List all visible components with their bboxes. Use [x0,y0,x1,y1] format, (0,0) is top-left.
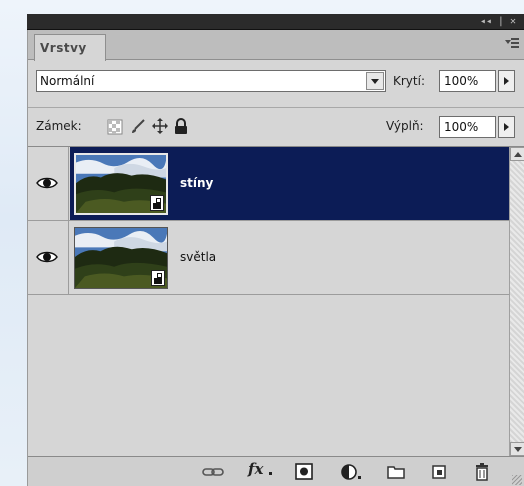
fill-value: 100% [444,120,479,134]
layer-row-stiny[interactable]: stíny [28,147,509,221]
visibility-toggle[interactable] [28,221,69,294]
layers-panel: Vrstvy Normální Krytí: 100% Zámek: Výplň… [27,30,524,486]
eye-icon [36,177,58,189]
divider [28,107,524,108]
chevron-down-icon[interactable] [366,72,384,90]
layers-scrollbar[interactable] [509,147,524,456]
new-layer-icon[interactable] [430,463,448,481]
panel-menu-icon[interactable] [505,37,519,49]
fill-input[interactable]: 100% [439,116,496,138]
layer-name: stíny [180,176,214,190]
visibility-toggle[interactable] [28,147,69,220]
fill-label: Výplň: [386,119,424,133]
layer-style-fx-icon[interactable]: fx [248,460,263,478]
blend-mode-select[interactable]: Normální [36,70,386,92]
lock-transparent-icon[interactable] [107,119,123,135]
add-mask-icon[interactable] [294,463,314,481]
layer-thumbnail [74,153,168,215]
blend-mode-value: Normální [40,74,95,88]
layer-row-svetla[interactable]: světla [28,221,509,295]
adjustment-layer-icon[interactable] [340,463,362,481]
panel-header-bar: ◂◂ | ✕ [27,14,524,30]
eye-icon [36,251,58,263]
panel-collapse-close-controls[interactable]: ◂◂ | ✕ [480,15,516,28]
opacity-value: 100% [444,74,479,88]
opacity-label: Krytí: [393,74,425,88]
new-group-icon[interactable] [386,463,406,481]
link-layers-icon[interactable] [202,463,224,481]
resize-grip-icon[interactable] [512,475,522,485]
smart-object-icon [150,195,164,211]
layers-list: stíny světla [28,147,509,456]
tab-vrstvy[interactable]: Vrstvy [34,34,106,61]
delete-layer-icon[interactable] [473,463,491,481]
opacity-slider-button[interactable] [498,70,515,92]
layers-toolbar: fx [28,456,524,486]
opacity-input[interactable]: 100% [439,70,496,92]
layer-thumbnail [74,227,168,289]
fx-dropdown-dot [269,472,272,475]
fill-slider-button[interactable] [498,116,515,138]
tab-label: Vrstvy [40,41,87,55]
scroll-up-button[interactable] [510,147,524,161]
smart-object-icon [151,270,165,286]
lock-position-icon[interactable] [152,118,168,134]
panel-tab-row: Vrstvy [28,30,524,61]
layer-name: světla [180,250,217,264]
scroll-down-button[interactable] [510,442,524,456]
lock-label: Zámek: [36,119,82,133]
lock-all-icon[interactable] [173,118,189,134]
lock-image-icon[interactable] [130,118,146,134]
